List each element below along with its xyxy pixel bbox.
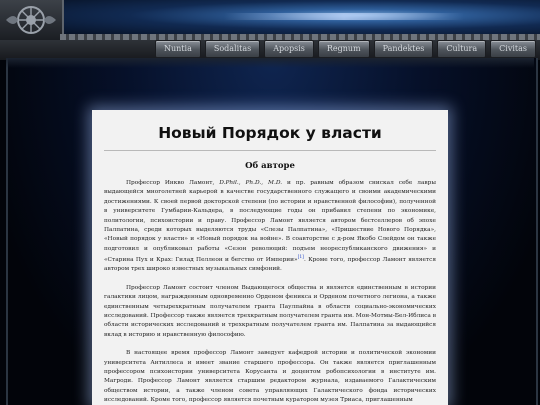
paragraph-1: Профессор Инкво Ламонт, D.Phil., Ph.D., …: [104, 179, 436, 275]
imperial-emblem-icon: [6, 6, 56, 34]
nav-regnum-button[interactable]: Regnum: [317, 40, 370, 58]
p1-rest: и пр. равным образом снискал себе лавры …: [104, 180, 436, 264]
paragraph-2: Профессор Ламонт состоит членом Выдающег…: [104, 284, 436, 338]
section-heading: Об авторе: [245, 161, 295, 171]
nav-cultura-button[interactable]: Cultura: [437, 40, 487, 58]
nav-civitas-button[interactable]: Civitas: [490, 40, 536, 58]
title-divider: [104, 150, 436, 151]
article-page: Новый Порядок у власти Об авторе Професс…: [92, 110, 448, 405]
site-header: Nuntia Sodalitas Apopsis Regnum Pandekte…: [0, 0, 540, 60]
content-frame-top: [6, 58, 534, 68]
paragraph-3: В настоящее время профессор Ламонт завед…: [104, 350, 436, 404]
header-banner: [64, 0, 540, 36]
p1-degrees: D.Phil., Ph.D., M.D.: [219, 180, 283, 186]
banner-glow: [224, 13, 464, 20]
article-title: Новый Порядок у власти: [158, 124, 382, 142]
nav-pandektes-button[interactable]: Pandektes: [373, 40, 434, 58]
nav-sodalitas-button[interactable]: Sodalitas: [204, 40, 261, 58]
site-logo[interactable]: [0, 0, 64, 40]
nav-nuntia-button[interactable]: Nuntia: [154, 40, 201, 58]
p1-start: Профессор Инкво Ламонт,: [126, 180, 220, 186]
nav-apopsis-button[interactable]: Apopsis: [264, 40, 314, 58]
main-nav: Nuntia Sodalitas Apopsis Regnum Pandekte…: [154, 40, 536, 58]
